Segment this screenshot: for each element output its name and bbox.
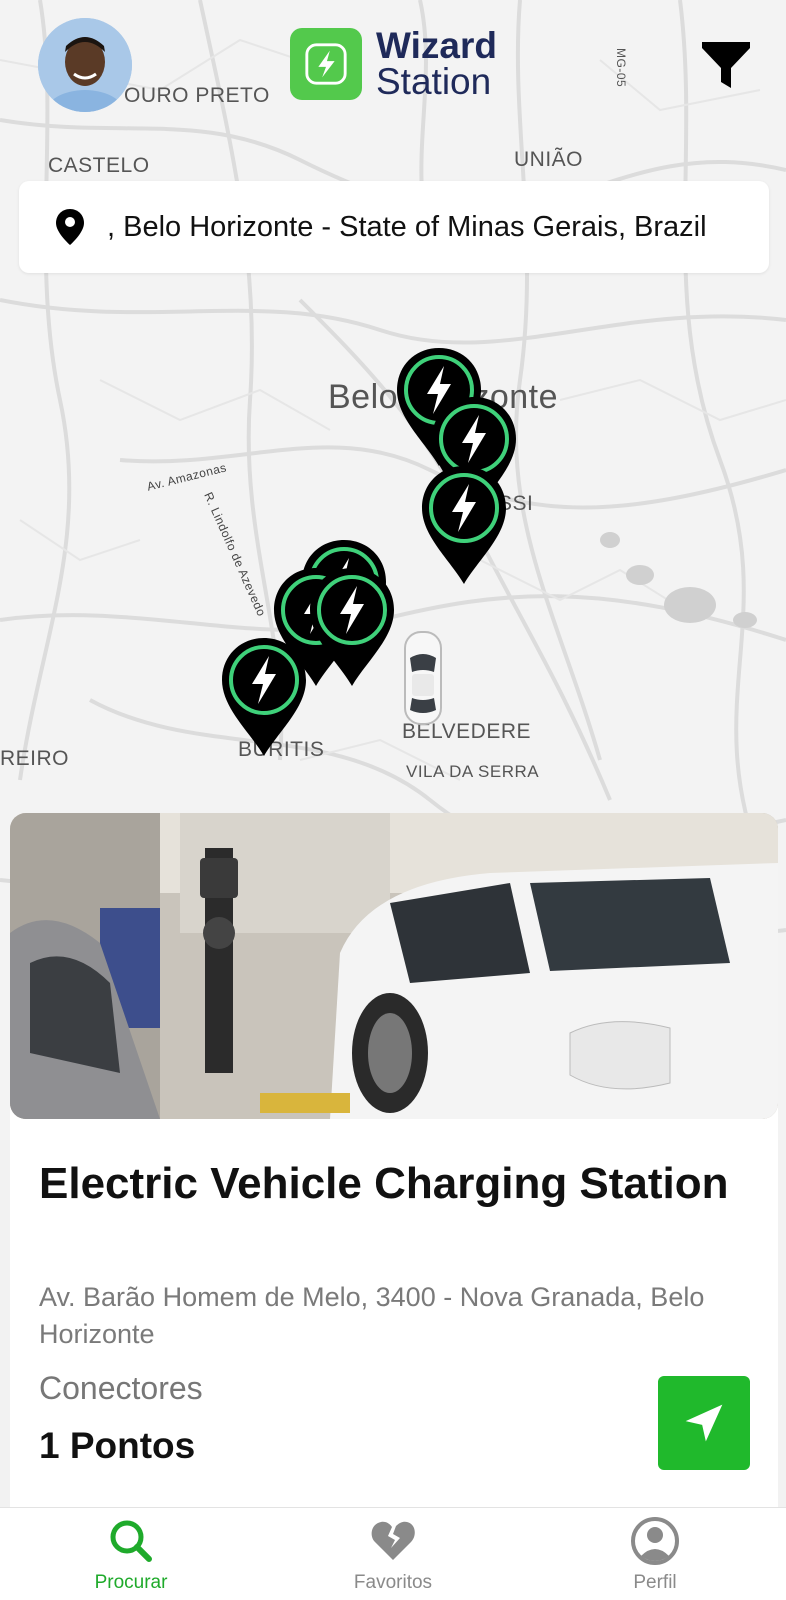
map-label-ouro-preto: OURO PRETO [124, 84, 270, 107]
station-card[interactable]: Electric Vehicle Charging Station Av. Ba… [10, 813, 778, 1507]
bottom-tab-bar: Procurar Favoritos Perfil [0, 1507, 786, 1600]
app-logo: Wizard Station [290, 25, 520, 104]
station-title: Electric Vehicle Charging Station [39, 1159, 729, 1208]
filter-icon [702, 42, 750, 88]
tab-procurar[interactable]: Procurar [0, 1508, 262, 1600]
navigation-arrow-icon [685, 1404, 723, 1442]
tab-procurar-label: Procurar [94, 1572, 168, 1593]
tab-perfil-label: Perfil [633, 1572, 677, 1593]
connectors-count: 1 Pontos [39, 1425, 196, 1466]
connectors-label: Conectores [39, 1370, 203, 1406]
location-address-text[interactable]: , Belo Horizonte - State of Minas Gerais… [107, 211, 707, 244]
broken-heart-icon [371, 1521, 415, 1560]
user-icon [631, 1517, 679, 1565]
charging-station-marker-icon[interactable] [308, 566, 396, 688]
map-label-reiro: REIRO [0, 747, 70, 770]
user-location-car-icon [402, 628, 444, 728]
navigate-button[interactable] [658, 1376, 750, 1470]
location-search-bar[interactable]: , Belo Horizonte - State of Minas Gerais… [19, 181, 769, 273]
map-label-castelo: CASTELO [48, 154, 150, 177]
tab-favoritos[interactable]: Favoritos [262, 1508, 524, 1600]
tab-perfil[interactable]: Perfil [524, 1508, 786, 1600]
logo-text-wizard: Wizard [376, 25, 497, 66]
lightning-bolt-icon [290, 28, 362, 100]
charging-station-marker-icon[interactable] [220, 636, 308, 758]
location-pin-icon [56, 209, 84, 245]
map-label-uniao: UNIÃO [514, 148, 584, 171]
map-label-vila-da-serra: VILA DA SERRA [406, 762, 540, 781]
tab-favoritos-label: Favoritos [353, 1572, 433, 1593]
filter-button[interactable] [700, 38, 752, 92]
search-icon [110, 1520, 152, 1562]
station-photo [10, 813, 778, 1119]
charging-station-marker-icon[interactable] [420, 464, 508, 586]
avatar[interactable] [38, 18, 132, 112]
map-label-mg05: MG-05 [614, 48, 628, 88]
station-address: Av. Barão Homem de Melo, 3400 - Nova Gra… [39, 1282, 705, 1349]
logo-text-station: Station [376, 61, 492, 102]
